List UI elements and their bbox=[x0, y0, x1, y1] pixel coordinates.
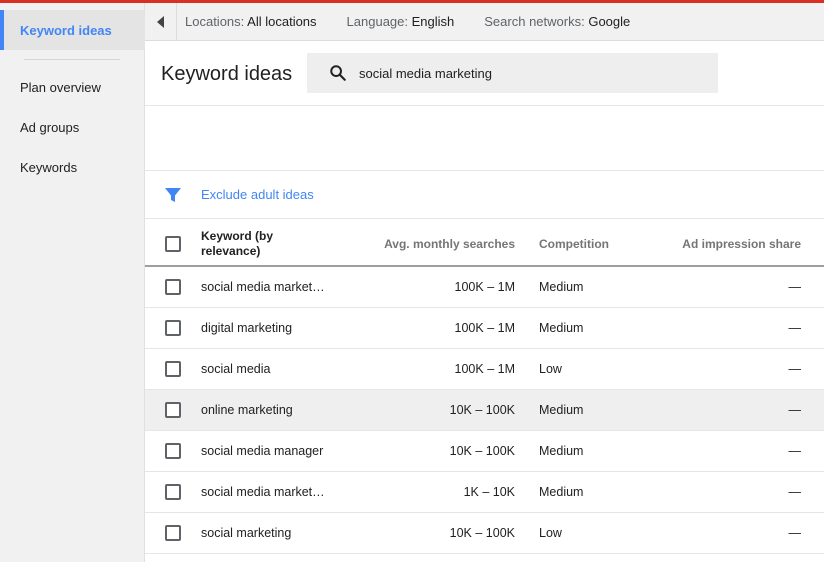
impression-share-cell: — bbox=[788, 403, 802, 417]
avg-searches-cell: 1K – 10K bbox=[463, 485, 515, 499]
table-header: Keyword (by relevance) Avg. monthly sear… bbox=[145, 220, 824, 267]
row-checkbox[interactable] bbox=[165, 525, 181, 541]
sidebar-divider bbox=[24, 59, 120, 60]
sidebar-item-label: Ad groups bbox=[20, 119, 80, 135]
sidebar-item-ad-groups[interactable]: Ad groups bbox=[0, 107, 145, 147]
competition-cell: Medium bbox=[539, 485, 584, 499]
exclude-adult-ideas-link[interactable]: Exclude adult ideas bbox=[201, 187, 314, 202]
language-value: English bbox=[411, 14, 455, 29]
search-networks-filter[interactable]: Search networks: Google bbox=[484, 14, 630, 29]
keyword-table: Keyword (by relevance) Avg. monthly sear… bbox=[145, 220, 824, 554]
select-all-checkbox[interactable] bbox=[165, 236, 181, 252]
sidebar-item-keywords[interactable]: Keywords bbox=[0, 147, 145, 187]
avg-searches-cell: 100K – 1M bbox=[454, 321, 515, 335]
competition-cell: Medium bbox=[539, 444, 584, 458]
competition-cell: Low bbox=[539, 526, 562, 540]
locations-value: All locations bbox=[247, 14, 317, 29]
table-row[interactable]: online marketing 10K – 100K Medium — bbox=[145, 390, 824, 431]
competition-cell: Low bbox=[539, 362, 562, 376]
competition-cell: Medium bbox=[539, 280, 584, 294]
column-header-keyword[interactable]: Keyword (by relevance) bbox=[201, 229, 291, 259]
sidebar-item-keyword-ideas[interactable]: Keyword ideas bbox=[0, 10, 145, 50]
table-row[interactable]: social marketing 10K – 100K Low — bbox=[145, 513, 824, 554]
page-header: Keyword ideas social media marketing bbox=[145, 41, 824, 106]
keyword-cell: online marketing bbox=[201, 403, 293, 417]
table-row[interactable]: social media marketi… 1K – 10K Medium — bbox=[145, 472, 824, 513]
keyword-search-input[interactable]: social media marketing bbox=[307, 53, 718, 93]
keyword-cell: social media manager bbox=[201, 444, 324, 458]
language-key: Language: bbox=[346, 14, 408, 29]
competition-cell: Medium bbox=[539, 321, 584, 335]
impression-share-cell: — bbox=[788, 280, 802, 294]
chart-placeholder-area bbox=[145, 106, 824, 171]
avg-searches-cell: 10K – 100K bbox=[449, 526, 515, 540]
row-checkbox[interactable] bbox=[165, 484, 181, 500]
table-row[interactable]: social media 100K – 1M Low — bbox=[145, 349, 824, 390]
impression-share-cell: — bbox=[788, 444, 802, 458]
avg-searches-cell: 100K – 1M bbox=[454, 362, 515, 376]
collapse-sidebar-button[interactable] bbox=[145, 2, 177, 41]
keyword-cell: social media bbox=[201, 362, 271, 376]
row-checkbox[interactable] bbox=[165, 402, 181, 418]
chevron-left-icon bbox=[157, 15, 164, 28]
locations-key: Locations: bbox=[185, 14, 245, 29]
column-header-competition[interactable]: Competition bbox=[539, 237, 609, 251]
search-icon bbox=[330, 65, 346, 81]
sidebar-item-label: Plan overview bbox=[20, 79, 101, 95]
impression-share-cell: — bbox=[788, 526, 802, 540]
table-row[interactable]: social media manager 10K – 100K Medium — bbox=[145, 431, 824, 472]
keyword-cell: social media marketi… bbox=[201, 280, 326, 294]
funnel-icon[interactable] bbox=[165, 187, 181, 203]
keyword-cell: social marketing bbox=[201, 526, 292, 540]
row-checkbox[interactable] bbox=[165, 320, 181, 336]
sidebar: Keyword ideas Plan overview Ad groups Ke… bbox=[0, 3, 145, 562]
filter-bar: Exclude adult ideas bbox=[145, 171, 824, 219]
language-filter[interactable]: Language: English bbox=[347, 14, 455, 29]
competition-cell: Medium bbox=[539, 403, 584, 417]
avg-searches-cell: 10K – 100K bbox=[449, 444, 515, 458]
search-networks-value: Google bbox=[588, 14, 631, 29]
avg-searches-cell: 10K – 100K bbox=[449, 403, 515, 417]
targeting-bar: Locations: All locations Language: Engli… bbox=[145, 2, 824, 41]
row-checkbox[interactable] bbox=[165, 443, 181, 459]
sidebar-item-label: Keyword ideas bbox=[20, 22, 112, 38]
page-title: Keyword ideas bbox=[161, 63, 293, 85]
impression-share-cell: — bbox=[788, 485, 802, 499]
row-checkbox[interactable] bbox=[165, 361, 181, 377]
search-networks-key: Search networks: bbox=[484, 14, 585, 29]
sidebar-item-label: Keywords bbox=[20, 159, 78, 175]
keyword-cell: digital marketing bbox=[201, 321, 293, 335]
impression-share-cell: — bbox=[788, 362, 802, 376]
table-row[interactable]: social media marketi… 100K – 1M Medium — bbox=[145, 267, 824, 308]
column-header-ad-impression-share[interactable]: Ad impression share bbox=[682, 237, 801, 251]
sidebar-item-plan-overview[interactable]: Plan overview bbox=[0, 67, 145, 107]
column-header-avg-monthly-searches[interactable]: Avg. monthly searches bbox=[384, 237, 515, 251]
avg-searches-cell: 100K – 1M bbox=[454, 280, 515, 294]
keyword-cell: social media marketi… bbox=[201, 485, 326, 499]
search-input-value: social media marketing bbox=[359, 65, 492, 81]
row-checkbox[interactable] bbox=[165, 279, 181, 295]
table-row[interactable]: digital marketing 100K – 1M Medium — bbox=[145, 308, 824, 349]
locations-filter[interactable]: Locations: All locations bbox=[185, 14, 317, 29]
impression-share-cell: — bbox=[788, 321, 802, 335]
